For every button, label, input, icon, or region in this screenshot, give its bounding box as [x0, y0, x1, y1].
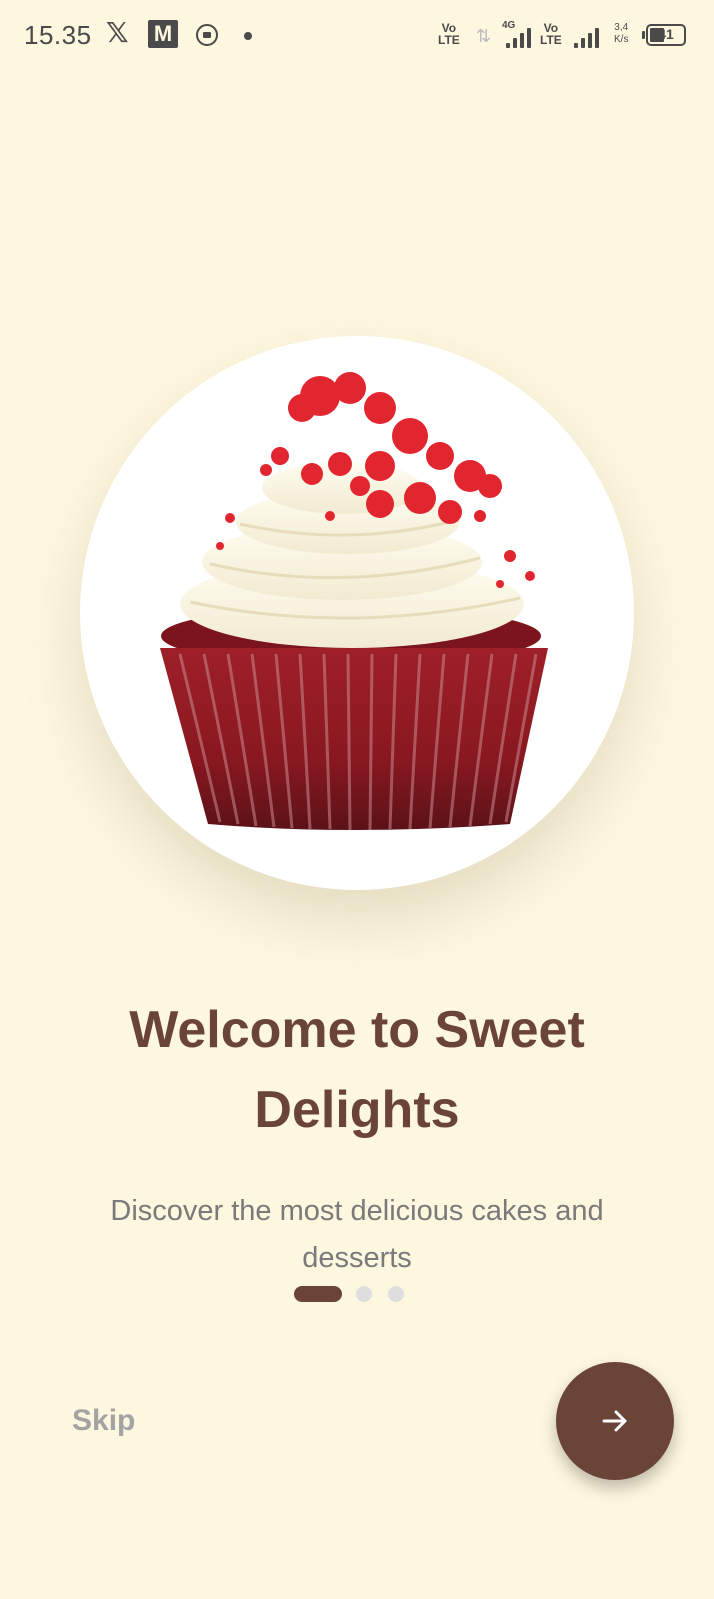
onboarding-title: Welcome to Sweet Delights [129, 1001, 585, 1139]
x-logo-icon: 𝕏 [106, 17, 129, 48]
network-speed: 3,4 K/s [614, 22, 629, 45]
page-dot[interactable] [356, 1286, 372, 1302]
status-bar: 15.35 𝕏 M Vo LTE ⇅ 4G Vo LTE 3,4 K/s 41 [0, 0, 714, 72]
message-icon [196, 24, 218, 46]
m-logo-icon: M [148, 20, 178, 48]
onboarding-subtitle: Discover the most delicious cakes and de… [110, 1195, 604, 1274]
volte-label-2: Vo LTE [540, 21, 562, 47]
signal-bars-icon [574, 26, 604, 48]
cupcake-image [80, 336, 634, 890]
page-dot[interactable] [388, 1286, 404, 1302]
cupcake-illustration [160, 372, 548, 831]
data-arrows-icon: ⇅ [476, 26, 492, 46]
page-dot-active[interactable] [294, 1286, 342, 1302]
skip-button[interactable]: Skip [72, 1404, 135, 1438]
next-button[interactable] [556, 1362, 674, 1480]
notification-dot-icon [244, 32, 252, 40]
volte-label-1: Vo LTE [438, 21, 460, 47]
battery-icon: 41 [642, 24, 686, 46]
signal-bars-icon [506, 26, 536, 48]
battery-level: 41 [658, 26, 674, 42]
arrow-right-icon [602, 1410, 627, 1432]
status-time: 15.35 [24, 20, 92, 50]
